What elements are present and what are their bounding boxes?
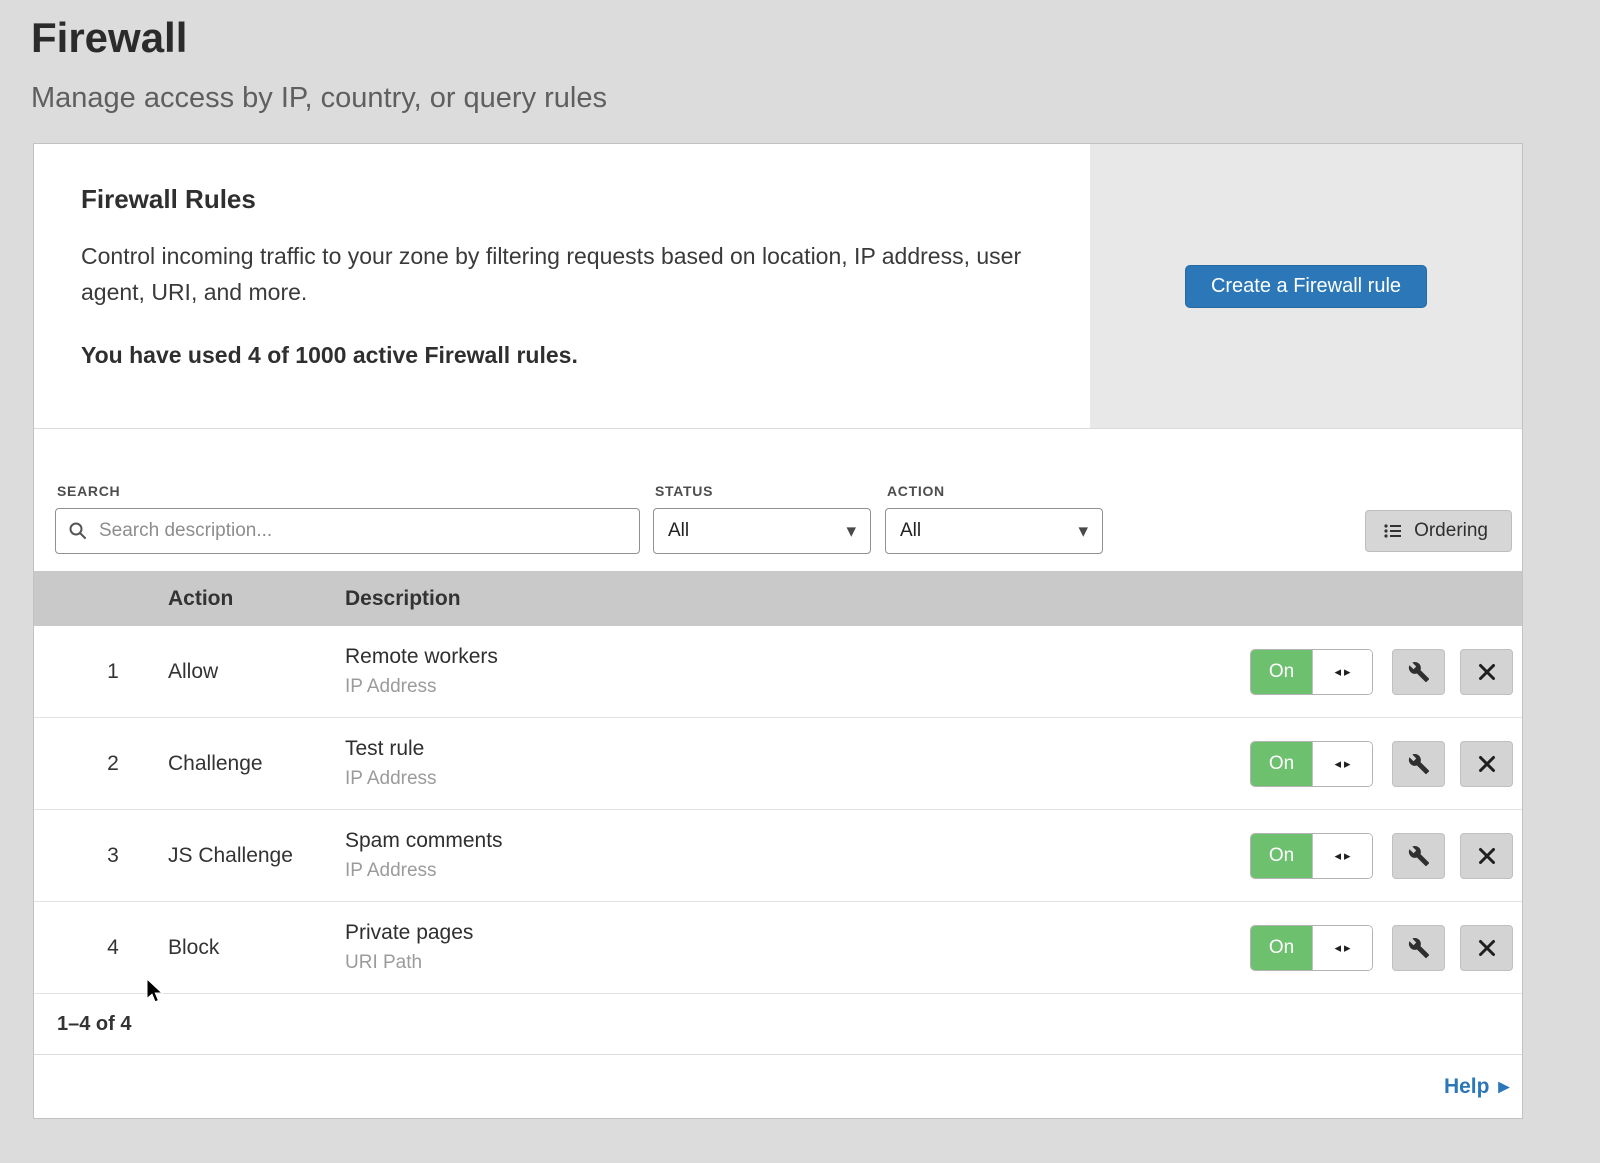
rule-description: Test rule IP Address — [345, 737, 1250, 790]
table-row: 3 JS Challenge Spam comments IP Address … — [34, 810, 1522, 902]
edit-rule-button[interactable] — [1392, 649, 1445, 695]
rule-description: Remote workers IP Address — [345, 645, 1250, 698]
toggle-arrows-icon: ◂▸ — [1312, 742, 1372, 786]
close-icon — [1478, 663, 1496, 681]
help-link[interactable]: Help ▸ — [1444, 1074, 1509, 1099]
page-header: Firewall Manage access by IP, country, o… — [0, 0, 1600, 115]
rule-title: Private pages — [345, 921, 1250, 945]
close-icon — [1478, 847, 1496, 865]
status-filter: STATUS All ▾ — [653, 483, 871, 554]
rule-match-type: IP Address — [345, 676, 1250, 698]
rule-enabled-toggle[interactable]: On ◂▸ — [1250, 649, 1373, 695]
ordering-button-label: Ordering — [1414, 520, 1488, 542]
delete-rule-button[interactable] — [1460, 649, 1513, 695]
help-link-label: Help — [1444, 1075, 1490, 1099]
rule-enabled-toggle[interactable]: On ◂▸ — [1250, 833, 1373, 879]
search-label: SEARCH — [57, 483, 640, 499]
rule-action: Challenge — [168, 752, 345, 776]
ordering-wrap: Ordering — [1365, 510, 1512, 554]
table-row: 4 Block Private pages URI Path On ◂▸ — [34, 902, 1522, 994]
delete-rule-button[interactable] — [1460, 741, 1513, 787]
pagination-status: 1–4 of 4 — [34, 994, 1522, 1054]
card-description: Control incoming traffic to your zone by… — [81, 239, 1031, 310]
help-bar: Help ▸ — [34, 1054, 1522, 1118]
create-firewall-rule-button[interactable]: Create a Firewall rule — [1185, 265, 1427, 308]
chevron-down-icon: ▾ — [1078, 520, 1088, 543]
toggle-arrows-icon: ◂▸ — [1312, 834, 1372, 878]
card-header-text: Firewall Rules Control incoming traffic … — [34, 144, 1090, 428]
ordering-list-icon — [1383, 521, 1403, 541]
rule-number: 1 — [34, 660, 168, 684]
wrench-icon — [1408, 753, 1430, 775]
rule-controls: On ◂▸ — [1250, 649, 1513, 695]
rule-title: Spam comments — [345, 829, 1250, 853]
rule-controls: On ◂▸ — [1250, 741, 1513, 787]
rule-action: Allow — [168, 660, 345, 684]
search-icon — [68, 521, 88, 541]
action-filter: ACTION All ▾ — [885, 483, 1103, 554]
action-label: ACTION — [887, 483, 1103, 499]
toggle-arrows-icon: ◂▸ — [1312, 926, 1372, 970]
rule-description: Private pages URI Path — [345, 921, 1250, 974]
edit-rule-button[interactable] — [1392, 741, 1445, 787]
firewall-rules-card: Firewall Rules Control incoming traffic … — [33, 143, 1523, 1119]
action-select-value: All — [900, 520, 921, 542]
rule-action: Block — [168, 936, 345, 960]
card-title: Firewall Rules — [81, 184, 1050, 215]
rule-controls: On ◂▸ — [1250, 925, 1513, 971]
card-header-section: Firewall Rules Control incoming traffic … — [34, 144, 1522, 429]
rule-description: Spam comments IP Address — [345, 829, 1250, 882]
action-select[interactable]: All ▾ — [885, 508, 1103, 554]
rule-controls: On ◂▸ — [1250, 833, 1513, 879]
edit-rule-button[interactable] — [1392, 833, 1445, 879]
page-subtitle: Manage access by IP, country, or query r… — [31, 82, 1600, 115]
wrench-icon — [1408, 937, 1430, 959]
rule-match-type: URI Path — [345, 952, 1250, 974]
rule-enabled-toggle[interactable]: On ◂▸ — [1250, 741, 1373, 787]
chevron-down-icon: ▾ — [846, 520, 856, 543]
rule-number: 4 — [34, 936, 168, 960]
close-icon — [1478, 755, 1496, 773]
toggle-on-label: On — [1251, 650, 1312, 694]
search-input[interactable] — [97, 519, 627, 543]
search-filter: SEARCH — [55, 483, 640, 554]
header-action: Action — [168, 587, 345, 611]
help-arrow-icon: ▸ — [1498, 1074, 1509, 1099]
filters-bar: SEARCH STATUS All ▾ ACTION All ▾ — [34, 429, 1522, 571]
delete-rule-button[interactable] — [1460, 833, 1513, 879]
rules-usage-text: You have used 4 of 1000 active Firewall … — [81, 342, 1050, 369]
toggle-on-label: On — [1251, 742, 1312, 786]
rule-title: Test rule — [345, 737, 1250, 761]
rule-enabled-toggle[interactable]: On ◂▸ — [1250, 925, 1373, 971]
delete-rule-button[interactable] — [1460, 925, 1513, 971]
toggle-on-label: On — [1251, 834, 1312, 878]
search-input-wrap — [55, 508, 640, 554]
rule-number: 2 — [34, 752, 168, 776]
wrench-icon — [1408, 661, 1430, 683]
toggle-on-label: On — [1251, 926, 1312, 970]
table-row: 1 Allow Remote workers IP Address On ◂▸ — [34, 626, 1522, 718]
create-rule-panel: Create a Firewall rule — [1090, 144, 1522, 428]
ordering-button[interactable]: Ordering — [1365, 510, 1512, 552]
rule-number: 3 — [34, 844, 168, 868]
rule-match-type: IP Address — [345, 768, 1250, 790]
close-icon — [1478, 939, 1496, 957]
rule-title: Remote workers — [345, 645, 1250, 669]
header-description: Description — [345, 587, 1522, 611]
rule-match-type: IP Address — [345, 860, 1250, 882]
status-select-value: All — [668, 520, 689, 542]
status-select[interactable]: All ▾ — [653, 508, 871, 554]
status-label: STATUS — [655, 483, 871, 499]
toggle-arrows-icon: ◂▸ — [1312, 650, 1372, 694]
table-row: 2 Challenge Test rule IP Address On ◂▸ — [34, 718, 1522, 810]
page-title: Firewall — [31, 14, 1600, 62]
edit-rule-button[interactable] — [1392, 925, 1445, 971]
wrench-icon — [1408, 845, 1430, 867]
rule-action: JS Challenge — [168, 844, 345, 868]
table-header: Action Description — [34, 571, 1522, 626]
